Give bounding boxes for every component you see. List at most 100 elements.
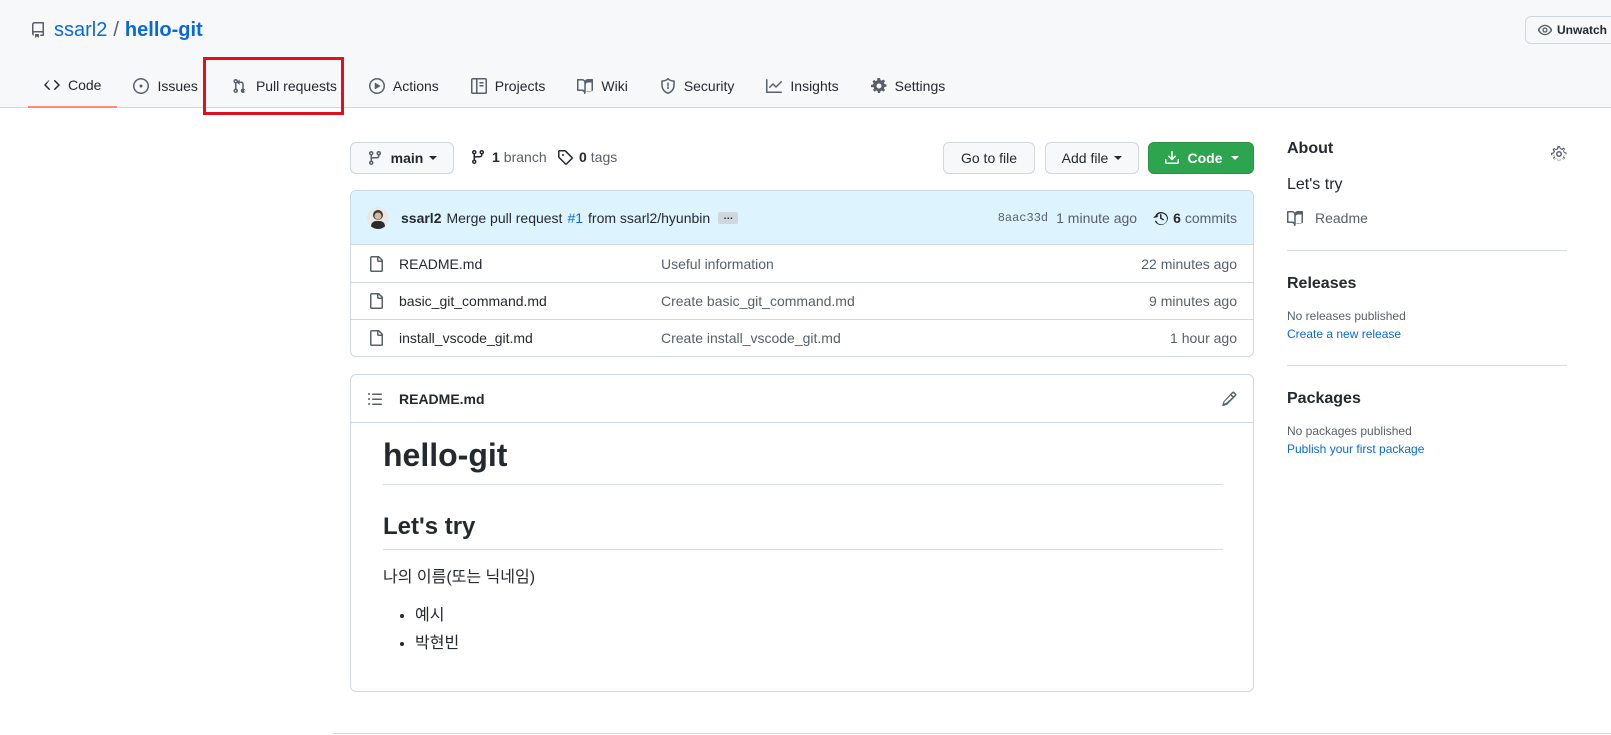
- commit-count: 6: [1173, 210, 1181, 226]
- readme-heading-2: Let's try: [383, 513, 1223, 550]
- code-icon: [44, 77, 68, 93]
- commit-meta: 8aac33d 1 minute ago 6 commits: [998, 191, 1237, 245]
- branch-icon: [470, 149, 492, 165]
- go-to-file-button[interactable]: Go to file: [943, 142, 1035, 174]
- gear-icon: [870, 78, 895, 94]
- tags-link[interactable]: 0 tags: [557, 149, 617, 165]
- pencil-icon[interactable]: [1221, 391, 1237, 407]
- create-release-link[interactable]: Create a new release: [1287, 327, 1567, 341]
- releases-title[interactable]: Releases: [1287, 275, 1567, 293]
- tab-label: Settings: [894, 78, 946, 94]
- commit-issue-link[interactable]: #1: [567, 210, 583, 226]
- unwatch-button[interactable]: Unwatch: [1525, 16, 1611, 44]
- file-icon: [368, 293, 384, 309]
- commit-age: 1 minute ago: [1056, 210, 1138, 226]
- divider: [1287, 250, 1567, 251]
- tag-text: tags: [590, 149, 618, 165]
- list-item: 박현빈: [415, 630, 1223, 658]
- branches-link[interactable]: 1 branch: [470, 149, 547, 165]
- gear-icon[interactable]: [1551, 146, 1567, 162]
- add-file-label: Add file: [1061, 150, 1109, 166]
- file-age: 1 hour ago: [1170, 330, 1237, 346]
- tab-issues[interactable]: Issues: [117, 64, 213, 108]
- go-to-file-label: Go to file: [960, 150, 1018, 166]
- chevron-down-icon: [1114, 156, 1123, 160]
- readme-list: 예시 박현빈: [383, 602, 1223, 658]
- readme-link-label: Readme: [1315, 210, 1368, 226]
- tab-security[interactable]: Security: [644, 64, 751, 108]
- tab-code[interactable]: Code: [28, 64, 118, 108]
- commit-message-prefix[interactable]: Merge pull request: [446, 210, 562, 226]
- tag-count: 0: [579, 149, 587, 165]
- file-commit-message-link[interactable]: Create basic_git_command.md: [661, 293, 855, 309]
- tab-label: Projects: [494, 78, 546, 94]
- tag-icon: [557, 149, 579, 165]
- file-list-box: ssarl2 Merge pull request #1 from ssarl2…: [350, 190, 1254, 357]
- readme-header: README.md: [351, 375, 1253, 423]
- commit-sha-link[interactable]: 8aac33d: [998, 211, 1048, 225]
- repo-tabs: Code Issues Pull requests Actions Projec…: [28, 64, 961, 108]
- readme-content: hello-git Let's try 나의 이름(또는 닉네임) 예시 박현빈: [383, 439, 1223, 658]
- avatar[interactable]: [367, 206, 389, 229]
- book-icon: [1287, 210, 1315, 226]
- tab-settings[interactable]: Settings: [855, 64, 962, 108]
- repo-name-link[interactable]: hello-git: [125, 19, 203, 42]
- readme-sidebar-link[interactable]: Readme: [1287, 210, 1567, 226]
- tab-label: Actions: [392, 78, 439, 94]
- file-name-link[interactable]: basic_git_command.md: [399, 293, 547, 309]
- tab-label: Pull requests: [255, 78, 337, 94]
- table-row: README.md Useful information 22 minutes …: [351, 245, 1253, 282]
- repo-sidebar: About Let's try Readme Releases No relea…: [1287, 140, 1567, 456]
- repo-owner-link[interactable]: ssarl2: [54, 19, 107, 42]
- table-icon: [470, 78, 495, 94]
- list-item: 예시: [415, 602, 1223, 630]
- table-row: install_vscode_git.md Create install_vsc…: [351, 319, 1253, 356]
- about-description: Let's try: [1287, 176, 1343, 193]
- eye-icon: [1538, 23, 1557, 37]
- download-icon: [1164, 150, 1180, 166]
- branch-label: main: [390, 150, 424, 166]
- repo-icon: [30, 22, 46, 38]
- tab-insights[interactable]: Insights: [750, 64, 854, 108]
- tab-wiki[interactable]: Wiki: [561, 64, 643, 108]
- graph-icon: [766, 78, 790, 94]
- branch-count: 1: [492, 149, 500, 165]
- branch-icon: [367, 150, 383, 166]
- history-icon: [1153, 210, 1173, 226]
- tab-actions[interactable]: Actions: [353, 64, 455, 108]
- expand-commit-button[interactable]: …: [718, 211, 739, 224]
- commit-author-link[interactable]: ssarl2: [401, 210, 441, 226]
- readme-box: README.md hello-git Let's try 나의 이름(또는 닉…: [350, 374, 1254, 692]
- packages-title[interactable]: Packages: [1287, 390, 1567, 408]
- file-commit-message-link[interactable]: Useful information: [661, 256, 774, 272]
- publish-package-link[interactable]: Publish your first package: [1287, 442, 1567, 456]
- branch-text: branch: [503, 149, 547, 165]
- code-download-button[interactable]: Code: [1148, 142, 1254, 174]
- chevron-down-icon: [429, 156, 438, 160]
- tab-label: Issues: [157, 78, 198, 94]
- tab-label: Insights: [790, 78, 839, 94]
- tab-label: Security: [683, 78, 735, 94]
- commit-message-suffix[interactable]: from ssarl2/hyunbin: [588, 210, 710, 226]
- file-age: 22 minutes ago: [1141, 255, 1237, 272]
- issue-icon: [133, 78, 157, 94]
- packages-section: Packages No packages published Publish y…: [1287, 390, 1567, 456]
- play-icon: [368, 78, 393, 94]
- tab-projects[interactable]: Projects: [455, 64, 562, 108]
- commits-link[interactable]: 6 commits: [1153, 210, 1237, 226]
- releases-section: Releases No releases published Create a …: [1287, 275, 1567, 341]
- unwatch-label: Unwatch: [1557, 23, 1608, 37]
- readme-filename-link[interactable]: README.md: [399, 391, 485, 407]
- add-file-button[interactable]: Add file: [1045, 142, 1139, 174]
- divider: [1287, 365, 1567, 366]
- packages-empty-text: No packages published: [1287, 424, 1412, 438]
- releases-empty-text: No releases published: [1287, 309, 1406, 323]
- list-unordered-icon[interactable]: [367, 391, 383, 407]
- about-section: About Let's try Readme: [1287, 140, 1567, 226]
- repo-separator: /: [113, 18, 119, 41]
- tab-pull-requests[interactable]: Pull requests: [216, 64, 353, 108]
- file-commit-message-link[interactable]: Create install_vscode_git.md: [661, 330, 841, 346]
- branch-selector-button[interactable]: main: [350, 142, 454, 174]
- file-name-link[interactable]: README.md: [399, 256, 482, 272]
- file-name-link[interactable]: install_vscode_git.md: [399, 330, 533, 346]
